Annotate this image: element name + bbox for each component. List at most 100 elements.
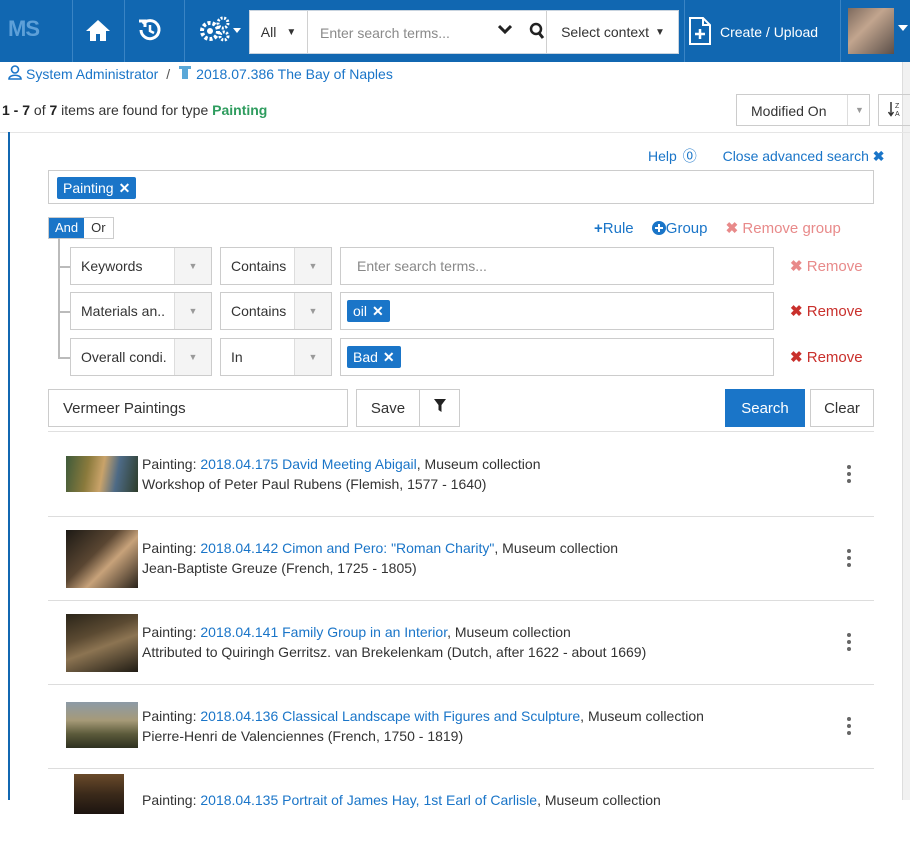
rule-operator-select[interactable]: Contains ▼ bbox=[220, 292, 332, 330]
result-thumbnail[interactable] bbox=[66, 614, 138, 672]
remove-tag-icon[interactable]: ✕ bbox=[119, 180, 131, 197]
close-icon: ✖ bbox=[790, 349, 803, 366]
result-text: Painting: 2018.04.142 Cimon and Pero: "R… bbox=[142, 538, 618, 578]
sort-field-select[interactable]: Modified On ▼ bbox=[736, 94, 870, 126]
result-item[interactable]: Painting: 2018.04.175 David Meeting Abig… bbox=[48, 432, 874, 517]
saved-search-name-input[interactable]: Vermeer Paintings bbox=[48, 389, 348, 427]
global-search-input[interactable] bbox=[308, 11, 502, 55]
more-options-icon[interactable] bbox=[844, 546, 854, 570]
close-icon: ✖ bbox=[872, 148, 885, 164]
result-prefix: Painting: bbox=[142, 456, 201, 472]
remove-rule-button[interactable]: ✖ Remove bbox=[790, 257, 863, 275]
help-icon: ⓪ bbox=[682, 148, 697, 164]
rule-field-label: Materials an.. bbox=[81, 303, 166, 319]
app-logo[interactable]: MS bbox=[8, 16, 68, 46]
remove-rule-label: Remove bbox=[806, 303, 863, 320]
svg-text:Z: Z bbox=[895, 103, 900, 110]
result-link[interactable]: 2018.04.136 Classical Landscape with Fig… bbox=[200, 708, 580, 724]
sort-direction-button[interactable]: ZA bbox=[878, 94, 910, 126]
result-text: Painting: 2018.04.136 Classical Landscap… bbox=[142, 706, 704, 746]
remove-tag-icon[interactable]: ✕ bbox=[372, 303, 384, 320]
result-link[interactable]: 2018.04.135 Portrait of James Hay, 1st E… bbox=[200, 792, 537, 808]
close-advanced-search-link[interactable]: Close advanced search ✖ bbox=[713, 148, 885, 164]
help-link[interactable]: Help ⓪ bbox=[638, 148, 697, 164]
help-label: Help bbox=[648, 148, 677, 164]
rule-value-field[interactable] bbox=[340, 247, 774, 285]
close-advanced-label: Close advanced search bbox=[722, 148, 869, 164]
close-icon: ✖ bbox=[725, 220, 739, 237]
result-text: Painting: 2018.04.141 Family Group in an… bbox=[142, 622, 646, 662]
add-group-button[interactable]: Group bbox=[651, 220, 708, 239]
result-thumbnail[interactable] bbox=[66, 530, 138, 588]
breadcrumb-record[interactable]: 2018.07.386 The Bay of Naples bbox=[196, 66, 393, 82]
home-icon[interactable] bbox=[82, 14, 114, 46]
and-button[interactable]: And bbox=[49, 218, 85, 238]
rule-actions: +Rule Group ✖ Remove group bbox=[594, 219, 841, 239]
remove-group-button[interactable]: ✖ Remove group bbox=[726, 220, 841, 237]
close-icon: ✖ bbox=[790, 303, 803, 320]
scrollbar[interactable] bbox=[902, 62, 910, 800]
rule-operator-select[interactable]: Contains ▼ bbox=[220, 247, 332, 285]
result-artist: Jean-Baptiste Greuze (French, 1725 - 180… bbox=[142, 560, 417, 576]
context-select[interactable]: Select context ▼ bbox=[546, 11, 679, 53]
user-avatar[interactable] bbox=[848, 8, 894, 54]
more-options-icon[interactable] bbox=[844, 462, 854, 486]
result-item[interactable]: Painting: 2018.04.135 Portrait of James … bbox=[48, 768, 874, 852]
plus-icon: + bbox=[594, 220, 603, 237]
create-upload-button[interactable]: Create / Upload bbox=[688, 10, 836, 54]
saved-searches-filter-button[interactable] bbox=[420, 389, 460, 427]
result-prefix: Painting: bbox=[142, 708, 201, 724]
remove-rule-button[interactable]: ✖ Remove bbox=[790, 348, 863, 366]
search-scope-select[interactable]: All ▼ bbox=[250, 11, 308, 53]
or-button[interactable]: Or bbox=[84, 218, 113, 238]
svg-text:A: A bbox=[895, 111, 900, 117]
divider bbox=[72, 0, 73, 62]
result-prefix: Painting: bbox=[142, 540, 201, 556]
result-link[interactable]: 2018.04.141 Family Group in an Interior bbox=[200, 624, 447, 640]
rule-value-input[interactable] bbox=[355, 248, 759, 284]
result-link[interactable]: 2018.04.175 David Meeting Abigail bbox=[200, 456, 416, 472]
add-rule-button[interactable]: +Rule bbox=[594, 220, 634, 237]
more-options-icon[interactable] bbox=[844, 630, 854, 654]
result-thumbnail[interactable] bbox=[74, 774, 124, 814]
result-prefix: Painting: bbox=[142, 792, 201, 808]
object-icon bbox=[178, 65, 192, 83]
history-icon[interactable] bbox=[134, 14, 166, 46]
caret-down-icon: ▼ bbox=[294, 339, 331, 375]
remove-rule-button[interactable]: ✖ Remove bbox=[790, 302, 863, 320]
plus-circle-icon bbox=[651, 221, 666, 239]
rule-operator-label: Contains bbox=[231, 303, 287, 319]
breadcrumb-user[interactable]: System Administrator bbox=[26, 66, 158, 82]
rule-field-label: Keywords bbox=[81, 258, 143, 274]
type-filter-box[interactable]: Painting ✕ bbox=[48, 170, 874, 204]
chevron-down-icon[interactable] bbox=[497, 22, 513, 38]
results-range: 1 - 7 bbox=[2, 102, 31, 118]
remove-group-label: Remove group bbox=[742, 220, 841, 237]
save-search-button[interactable]: Save bbox=[356, 389, 420, 427]
rule-value-field[interactable]: Bad ✕ bbox=[340, 338, 774, 376]
search-scope-label: All bbox=[260, 24, 277, 40]
caret-down-icon[interactable] bbox=[898, 25, 908, 31]
search-icon[interactable] bbox=[529, 22, 545, 44]
rule-field-select[interactable]: Overall condi. ▼ bbox=[70, 338, 212, 376]
rule-operator-select[interactable]: In ▼ bbox=[220, 338, 332, 376]
result-thumbnail[interactable] bbox=[66, 456, 138, 492]
rule-field-select[interactable]: Keywords ▼ bbox=[70, 247, 212, 285]
rule-tree-branch bbox=[58, 311, 70, 313]
more-options-icon[interactable] bbox=[844, 714, 854, 738]
result-item[interactable]: Painting: 2018.04.136 Classical Landscap… bbox=[48, 684, 874, 769]
result-item[interactable]: Painting: 2018.04.141 Family Group in an… bbox=[48, 600, 874, 685]
clear-button[interactable]: Clear bbox=[810, 389, 874, 427]
search-button[interactable]: Search bbox=[725, 389, 805, 427]
result-link[interactable]: 2018.04.142 Cimon and Pero: "Roman Chari… bbox=[200, 540, 494, 556]
result-artist: Attributed to Quiringh Gerritsz. van Bre… bbox=[142, 644, 647, 660]
result-item[interactable]: Painting: 2018.04.142 Cimon and Pero: "R… bbox=[48, 516, 874, 601]
result-thumbnail[interactable] bbox=[66, 702, 138, 748]
result-prefix: Painting: bbox=[142, 624, 201, 640]
result-collection: , Museum collection bbox=[416, 456, 541, 472]
remove-tag-icon[interactable]: ✕ bbox=[383, 349, 395, 366]
settings-gears-icon[interactable] bbox=[194, 14, 244, 46]
rule-value-field[interactable]: oil ✕ bbox=[340, 292, 774, 330]
rule-field-select[interactable]: Materials an.. ▼ bbox=[70, 292, 212, 330]
result-text: Painting: 2018.04.135 Portrait of James … bbox=[142, 790, 661, 810]
